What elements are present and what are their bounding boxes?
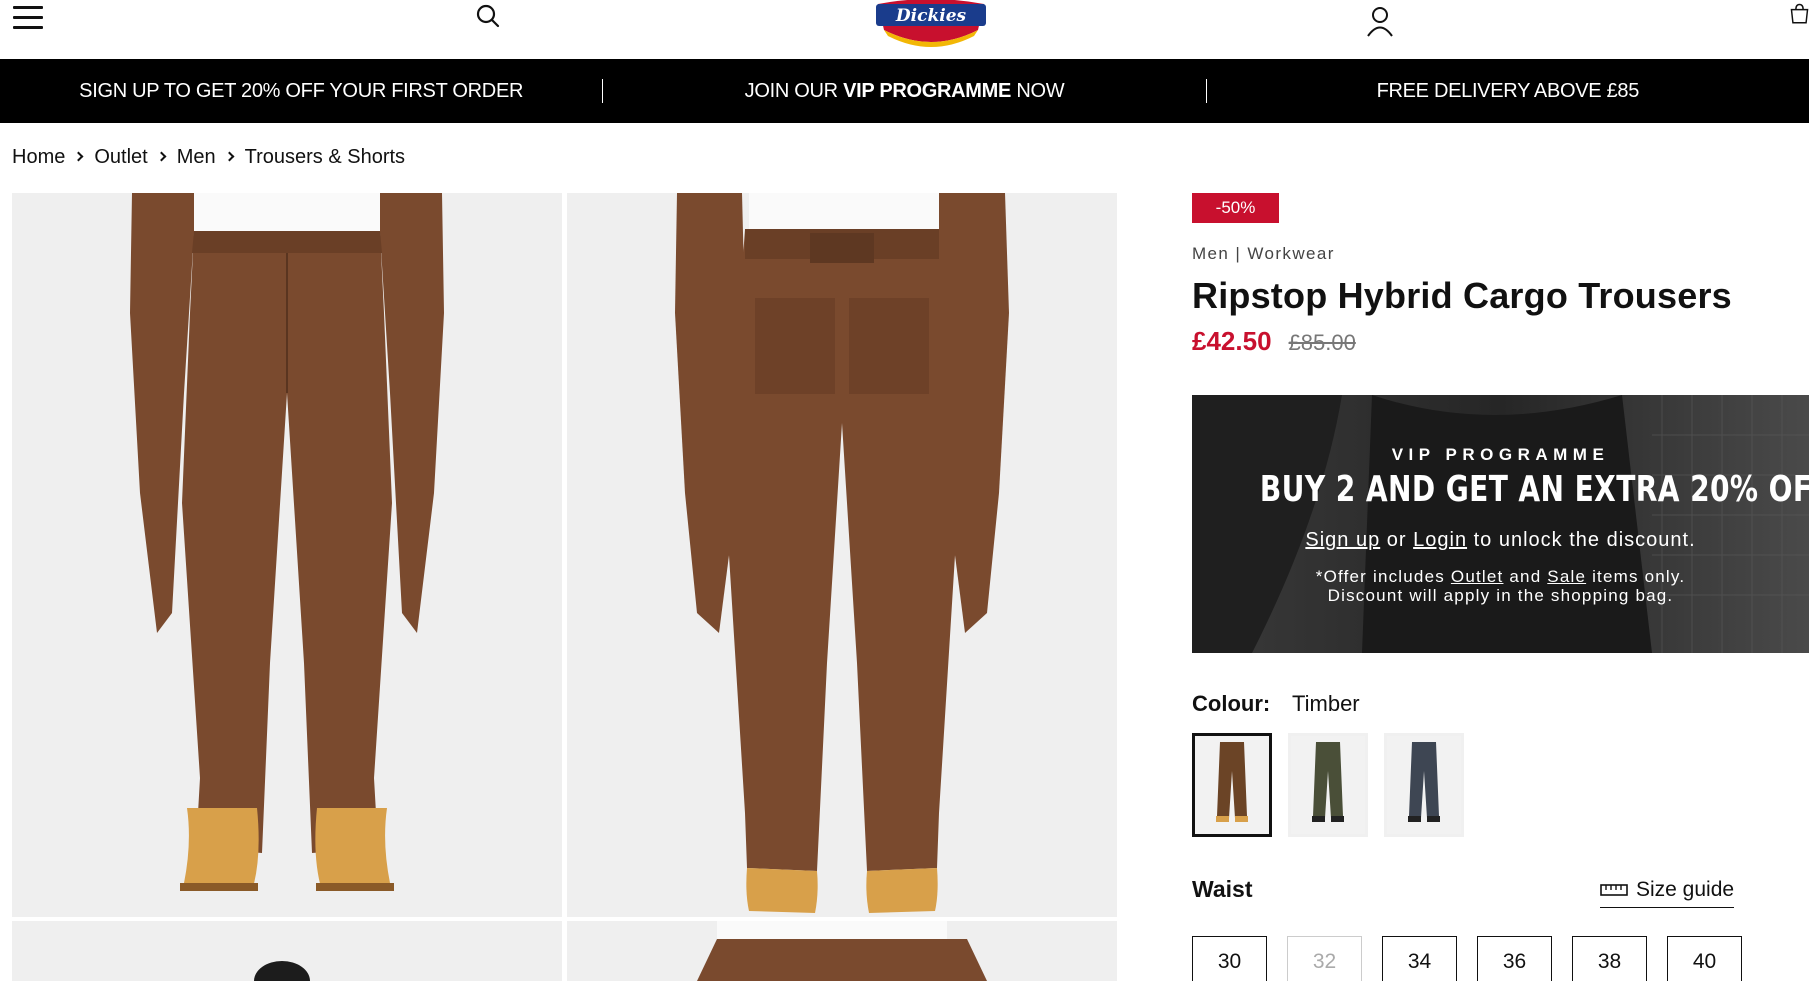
login-link[interactable]: Login xyxy=(1413,529,1467,551)
chevron-right-icon xyxy=(73,151,84,162)
logo-text: Dickies xyxy=(895,6,967,26)
category-main[interactable]: Men xyxy=(1192,244,1229,263)
promo-vip[interactable]: JOIN OUR VIP PROGRAMME NOW xyxy=(603,80,1205,103)
category-sub[interactable]: Workwear xyxy=(1247,244,1334,263)
promo-vip-post: NOW xyxy=(1011,79,1065,102)
product-title: Ripstop Hybrid Cargo Trousers xyxy=(1192,275,1732,316)
category-separator: | xyxy=(1235,244,1242,263)
chevron-right-icon xyxy=(224,151,235,162)
product-category: Men | Workwear xyxy=(1192,244,1335,264)
search-icon[interactable] xyxy=(470,0,506,32)
vip-kicker: VIP PROGRAMME xyxy=(1391,445,1610,464)
vip-note-post: items only. xyxy=(1592,567,1686,586)
vip-or: or xyxy=(1386,529,1407,551)
size-option-40[interactable]: 40 xyxy=(1667,936,1742,981)
discount-badge: -50% xyxy=(1192,193,1279,223)
size-option-32[interactable]: 32 xyxy=(1287,936,1362,981)
product-image-4[interactable] xyxy=(567,921,1117,981)
promo-signup[interactable]: SIGN UP TO GET 20% OFF YOUR FIRST ORDER xyxy=(0,80,602,103)
vip-note-and: and xyxy=(1509,567,1542,586)
product-image-3[interactable] xyxy=(12,921,562,981)
vip-unlock-text: Sign up or Login to unlock the discount. xyxy=(1192,529,1809,552)
swatch-charcoal[interactable] xyxy=(1384,733,1464,837)
price-row: £42.50 £85.00 xyxy=(1192,326,1356,357)
vip-headline: BUY 2 AND GET AN EXTRA 20% OFF* xyxy=(1259,469,1809,510)
dickies-logo[interactable]: Dickies xyxy=(868,0,994,50)
colour-swatches xyxy=(1192,733,1480,837)
price-original: £85.00 xyxy=(1288,330,1356,355)
breadcrumb-trousers-shorts[interactable]: Trousers & Shorts xyxy=(245,146,405,169)
size-option-36[interactable]: 36 xyxy=(1477,936,1552,981)
size-guide-label: Size guide xyxy=(1636,878,1735,901)
size-guide-link[interactable]: Size guide xyxy=(1600,878,1735,908)
colour-value: Timber xyxy=(1292,691,1360,716)
waist-sizes: 30 32 34 36 38 40 xyxy=(1192,936,1762,981)
promo-bar: SIGN UP TO GET 20% OFF YOUR FIRST ORDER … xyxy=(0,59,1809,123)
size-option-38[interactable]: 38 xyxy=(1572,936,1647,981)
product-image-back[interactable] xyxy=(567,193,1117,917)
promo-vip-bold: VIP PROGRAMME xyxy=(843,79,1012,102)
bag-icon[interactable] xyxy=(1790,0,1809,28)
vip-note: *Offer includes Outlet and Sale items on… xyxy=(1192,567,1809,605)
breadcrumb-men[interactable]: Men xyxy=(177,146,216,169)
ruler-icon xyxy=(1600,884,1628,896)
breadcrumb-outlet[interactable]: Outlet xyxy=(94,146,147,169)
swatch-olive[interactable] xyxy=(1288,733,1368,837)
menu-icon[interactable] xyxy=(13,6,43,29)
size-option-34[interactable]: 34 xyxy=(1382,936,1457,981)
breadcrumb-home[interactable]: Home xyxy=(12,146,65,169)
sale-link[interactable]: Sale xyxy=(1547,567,1586,586)
account-icon[interactable] xyxy=(1360,2,1400,40)
colour-label: Colour: xyxy=(1192,691,1271,716)
site-header: Dickies xyxy=(0,0,1809,59)
breadcrumb: Home Outlet Men Trousers & Shorts xyxy=(12,146,405,169)
promo-vip-pre: JOIN OUR xyxy=(744,79,844,102)
waist-label: Waist xyxy=(1192,876,1253,902)
chevron-right-icon xyxy=(156,151,167,162)
vip-unlock-suffix: to unlock the discount. xyxy=(1473,529,1696,551)
promo-delivery[interactable]: FREE DELIVERY ABOVE £85 xyxy=(1207,80,1809,103)
size-option-30[interactable]: 30 xyxy=(1192,936,1267,981)
price-current: £42.50 xyxy=(1192,326,1272,356)
swatch-timber[interactable] xyxy=(1192,733,1272,837)
product-image-front[interactable] xyxy=(12,193,562,917)
vip-background-image xyxy=(1192,395,1809,653)
vip-note-line2: Discount will apply in the shopping bag. xyxy=(1327,586,1674,605)
vip-banner: VIP PROGRAMME BUY 2 AND GET AN EXTRA 20%… xyxy=(1192,395,1809,653)
vip-note-pre: *Offer includes xyxy=(1315,567,1445,586)
signup-link[interactable]: Sign up xyxy=(1305,529,1380,551)
outlet-link[interactable]: Outlet xyxy=(1451,567,1504,586)
